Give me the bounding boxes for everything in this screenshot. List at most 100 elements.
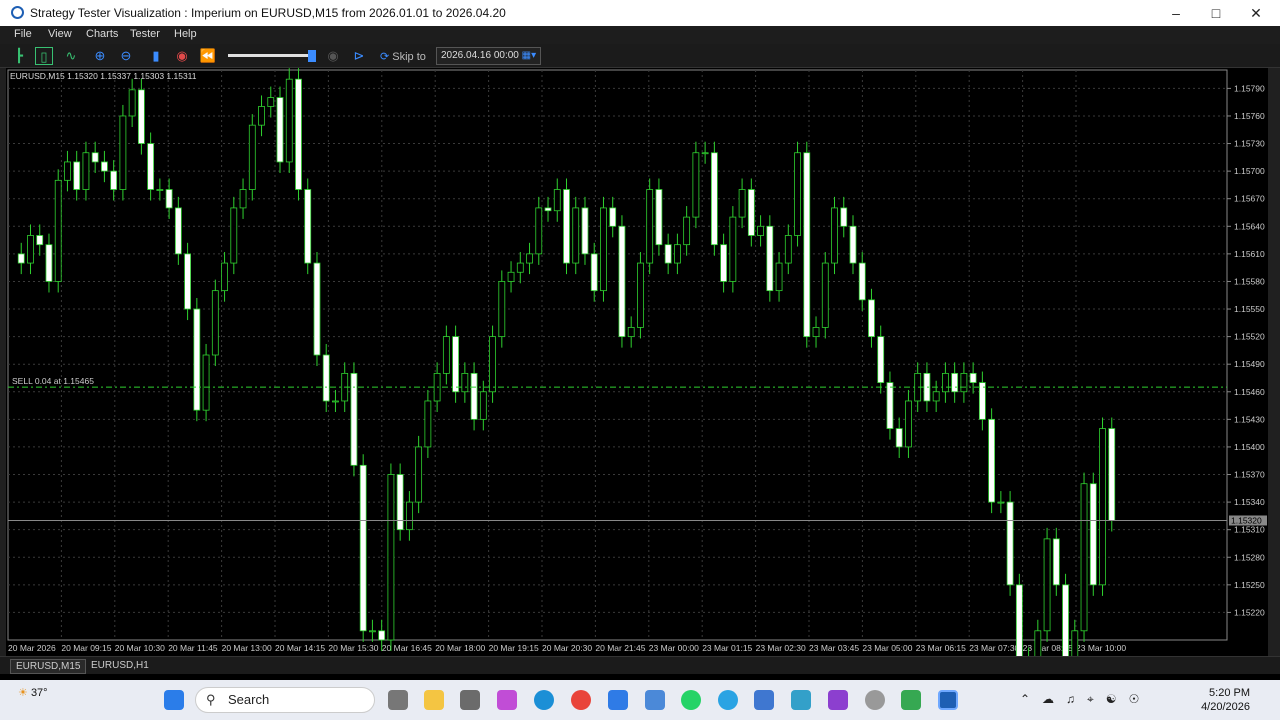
- candle-down: [664, 244, 672, 264]
- candle-down: [110, 170, 118, 190]
- candle-up: [905, 400, 912, 448]
- x-tick-label: 20 Mar 10:30: [115, 643, 165, 653]
- app-icon-2[interactable]: [865, 690, 885, 710]
- candle-down: [803, 152, 811, 338]
- task-view-icon[interactable]: [388, 690, 408, 710]
- maximize-button[interactable]: □: [1196, 0, 1236, 26]
- chrome-icon[interactable]: [571, 690, 591, 710]
- metatrader-icon[interactable]: [901, 690, 921, 710]
- candle-down: [470, 372, 478, 420]
- menu-view[interactable]: View: [48, 28, 72, 40]
- snipping-tool-icon[interactable]: [460, 690, 480, 710]
- tab-eurusd-h1[interactable]: EURUSD,H1: [86, 659, 154, 674]
- step-icon[interactable]: ◉: [324, 47, 342, 65]
- candle-down: [747, 189, 755, 236]
- windows-start-icon[interactable]: [164, 690, 184, 710]
- x-tick-label: 20 Mar 09:15: [61, 643, 111, 653]
- y-tick-label: 1.15610: [1234, 249, 1265, 259]
- windows-taskbar: ☀ 37° ⚲ Search ⌃☁♫⌖☯☉ 5:20 PM 4/20/2026: [0, 680, 1280, 720]
- candle-up: [156, 189, 164, 191]
- candle-down: [36, 235, 44, 246]
- candle-up: [248, 124, 256, 190]
- candle-up: [932, 391, 940, 402]
- candle-down: [1052, 538, 1060, 586]
- candle-up: [267, 97, 275, 107]
- x-tick-label: 23 Mar 05:00: [862, 643, 912, 653]
- telegram-icon[interactable]: [718, 690, 738, 710]
- zoom-in-icon[interactable]: ⊕: [91, 47, 109, 65]
- zoom-out-icon[interactable]: ⊖: [117, 47, 135, 65]
- edge-icon[interactable]: [534, 690, 554, 710]
- candle-up: [128, 89, 136, 117]
- minimize-button[interactable]: –: [1156, 0, 1196, 26]
- candlestick-icon[interactable]: ▯: [35, 47, 53, 65]
- taskbar-search[interactable]: ⚲ Search: [195, 687, 375, 713]
- x-tick-label: 20 Mar 2026: [8, 643, 56, 653]
- candle-down: [1006, 501, 1014, 586]
- y-tick-label: 1.15430: [1234, 414, 1265, 424]
- y-tick-label: 1.15640: [1234, 221, 1265, 231]
- candle-up: [405, 501, 413, 531]
- candle-down: [276, 97, 284, 163]
- candle-up: [461, 372, 469, 393]
- strategy-tester-icon[interactable]: [938, 690, 958, 710]
- candle-up: [535, 207, 543, 255]
- speed-slider-thumb[interactable]: [308, 50, 316, 62]
- candle-down: [313, 262, 321, 356]
- candlestick-chart-svg[interactable]: 1.15790 1.15760 1.15730 1.15700 1.15670 1.156…: [0, 68, 1280, 720]
- current-price-label: 1.15320: [1231, 515, 1262, 525]
- candle-up: [600, 207, 607, 292]
- candle-up: [369, 630, 376, 633]
- x-tick-label: 20 Mar 11:45: [168, 643, 218, 653]
- notepad-icon[interactable]: [754, 690, 774, 710]
- y-tick-label: 1.15700: [1234, 166, 1265, 176]
- menu-file[interactable]: File: [14, 28, 32, 40]
- y-tick-label: 1.15670: [1234, 194, 1265, 204]
- pause-icon[interactable]: ▮: [147, 47, 165, 65]
- y-tick-label: 1.15280: [1234, 552, 1265, 562]
- skip-to-label[interactable]: ⟳ Skip to: [380, 48, 426, 66]
- rewind-icon[interactable]: ⏪: [199, 47, 217, 65]
- menu-charts[interactable]: Charts: [86, 28, 118, 40]
- weather-widget[interactable]: ☀ 37°: [18, 686, 48, 699]
- y-tick-label: 1.15730: [1234, 139, 1265, 149]
- candle-up: [1080, 483, 1088, 632]
- clipchamp-icon[interactable]: [828, 690, 848, 710]
- candle-down: [886, 382, 894, 429]
- system-tray-icons[interactable]: ⌃☁♫⌖☯☉: [1020, 692, 1151, 707]
- candle-down: [147, 143, 155, 190]
- store-icon[interactable]: [608, 690, 628, 710]
- taskbar-clock[interactable]: 5:20 PM 4/20/2026: [1170, 686, 1250, 714]
- candle-down: [978, 382, 986, 420]
- candle-up: [775, 262, 783, 292]
- menu-help[interactable]: Help: [174, 28, 197, 40]
- candle-down: [895, 428, 903, 448]
- calculator-icon[interactable]: [645, 690, 665, 710]
- skip-date-input[interactable]: 2026.04.16 00:00 ▦▾: [436, 47, 541, 65]
- candle-up: [27, 235, 34, 264]
- candle-down: [923, 372, 931, 402]
- candle-up: [701, 152, 709, 155]
- stop-icon[interactable]: ◉: [173, 47, 191, 65]
- candle-up: [572, 207, 580, 264]
- candle-down: [590, 253, 598, 292]
- price-chart[interactable]: 1.15790 1.15760 1.15730 1.15700 1.15670 1.156…: [0, 68, 1280, 720]
- calendar-icon[interactable]: ▦▾: [522, 50, 536, 61]
- menu-tester[interactable]: Tester: [130, 28, 160, 40]
- y-tick-label: 1.15790: [1234, 83, 1265, 93]
- file-explorer-icon[interactable]: [424, 690, 444, 710]
- close-button[interactable]: ✕: [1236, 0, 1276, 26]
- candle-up: [82, 152, 90, 190]
- copilot-icon[interactable]: [497, 690, 517, 710]
- candle-up: [553, 189, 561, 212]
- skip-forward-icon[interactable]: ⊳: [350, 47, 368, 65]
- speed-slider-track[interactable]: [228, 54, 314, 57]
- candle-up: [258, 106, 265, 126]
- tab-eurusd-m15[interactable]: EURUSD,M15: [10, 659, 87, 674]
- line-chart-icon[interactable]: ∿: [62, 47, 80, 65]
- candle-up: [424, 400, 432, 448]
- whatsapp-icon[interactable]: [681, 690, 701, 710]
- app-icon-1[interactable]: [791, 690, 811, 710]
- bar-chart-icon[interactable]: ┣: [10, 47, 28, 65]
- candle-down: [378, 630, 386, 641]
